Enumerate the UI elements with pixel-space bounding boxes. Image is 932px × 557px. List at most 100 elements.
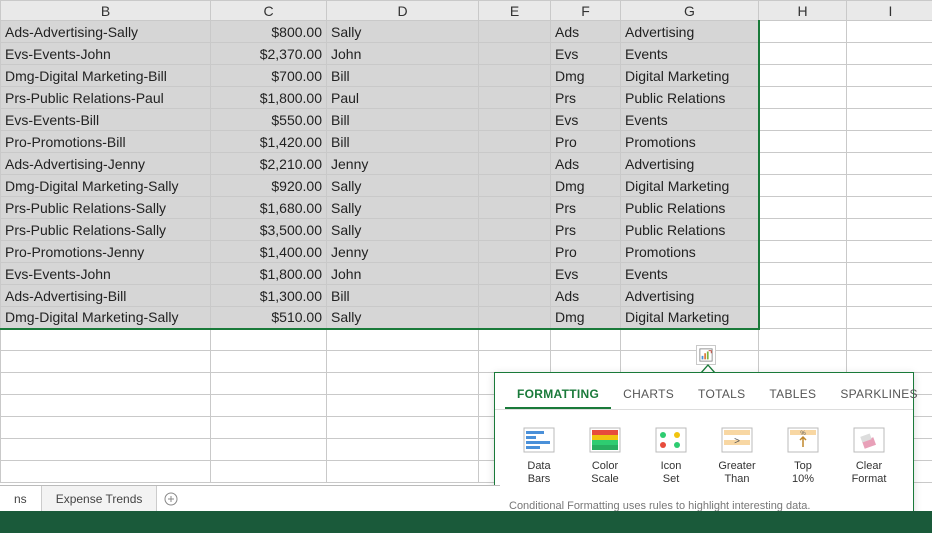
col-header[interactable]: D	[327, 1, 479, 21]
col-header[interactable]: I	[847, 1, 932, 21]
cell[interactable]: $510.00	[211, 307, 327, 329]
cell[interactable]: Sally	[327, 197, 479, 219]
cell[interactable]: Events	[621, 109, 759, 131]
cell[interactable]	[759, 153, 847, 175]
cell[interactable]: Dmg-Digital Marketing-Sally	[1, 307, 211, 329]
cell[interactable]: Jenny	[327, 241, 479, 263]
cell[interactable]	[479, 43, 551, 65]
cell[interactable]	[211, 439, 327, 461]
cell[interactable]: Public Relations	[621, 197, 759, 219]
cell[interactable]: Dmg-Digital Marketing-Bill	[1, 65, 211, 87]
cell[interactable]	[847, 43, 932, 65]
table-row[interactable]: Pro-Promotions-Jenny$1,400.00JennyProPro…	[1, 241, 932, 263]
table-row[interactable]: Evs-Events-John$1,800.00JohnEvsEvents	[1, 263, 932, 285]
table-row[interactable]: Dmg-Digital Marketing-Sally$920.00SallyD…	[1, 175, 932, 197]
cell[interactable]	[479, 307, 551, 329]
cell[interactable]	[759, 43, 847, 65]
cell[interactable]	[479, 65, 551, 87]
cell[interactable]	[847, 65, 932, 87]
cell[interactable]: $1,680.00	[211, 197, 327, 219]
cell[interactable]: Dmg-Digital Marketing-Sally	[1, 175, 211, 197]
clear-format-button[interactable]: ClearFormat	[839, 426, 899, 486]
cell[interactable]: $2,370.00	[211, 43, 327, 65]
table-row[interactable]: Prs-Public Relations-Sally$3,500.00Sally…	[1, 219, 932, 241]
cell[interactable]	[847, 131, 932, 153]
cell[interactable]	[479, 131, 551, 153]
cell[interactable]	[759, 219, 847, 241]
cell[interactable]	[759, 241, 847, 263]
col-header[interactable]: H	[759, 1, 847, 21]
cell[interactable]	[479, 197, 551, 219]
cell[interactable]	[327, 351, 479, 373]
cell[interactable]: Sally	[327, 175, 479, 197]
cell[interactable]	[847, 285, 932, 307]
cell[interactable]	[479, 153, 551, 175]
cell[interactable]: Ads-Advertising-Sally	[1, 21, 211, 43]
sheet-tab-partial[interactable]: ns	[0, 486, 42, 511]
cell[interactable]	[479, 329, 551, 351]
cell[interactable]: Bill	[327, 109, 479, 131]
cell[interactable]	[479, 175, 551, 197]
cell[interactable]: Pro-Promotions-Bill	[1, 131, 211, 153]
cell[interactable]	[847, 197, 932, 219]
cell[interactable]: Ads	[551, 153, 621, 175]
table-row[interactable]: Ads-Advertising-Jenny$2,210.00JennyAdsAd…	[1, 153, 932, 175]
table-row[interactable]: Dmg-Digital Marketing-Bill$700.00Bill Dmg…	[1, 65, 932, 87]
cell[interactable]: Evs-Events-Bill	[1, 109, 211, 131]
top-10-button[interactable]: % Top10%	[773, 426, 833, 486]
tab-formatting[interactable]: FORMATTING	[505, 381, 611, 409]
cell[interactable]: Public Relations	[621, 87, 759, 109]
cell[interactable]	[847, 351, 932, 373]
cell[interactable]	[1, 439, 211, 461]
cell[interactable]: Bill	[327, 65, 479, 87]
cell[interactable]	[327, 439, 479, 461]
cell[interactable]	[479, 285, 551, 307]
cell[interactable]: Dmg	[551, 65, 621, 87]
table-row[interactable]: Prs-Public Relations-Paul$1,800.00PaulPr…	[1, 87, 932, 109]
cell[interactable]: $1,420.00	[211, 131, 327, 153]
table-row[interactable]: Ads-Advertising-Bill$1,300.00BillAdsAdve…	[1, 285, 932, 307]
table-row[interactable]: Evs-Events-John$2,370.00JohnEvsEvents	[1, 43, 932, 65]
cell[interactable]: Public Relations	[621, 219, 759, 241]
cell[interactable]: Evs	[551, 109, 621, 131]
table-row[interactable]: Dmg-Digital Marketing-Sally$510.00SallyD…	[1, 307, 932, 329]
cell[interactable]: Dmg	[551, 175, 621, 197]
cell[interactable]	[847, 329, 932, 351]
cell[interactable]: Sally	[327, 21, 479, 43]
cell[interactable]: Prs-Public Relations-Paul	[1, 87, 211, 109]
tab-charts[interactable]: CHARTS	[611, 381, 686, 409]
cell[interactable]	[1, 461, 211, 483]
cell[interactable]: Sally	[327, 219, 479, 241]
cell[interactable]: Digital Marketing	[621, 65, 759, 87]
cell[interactable]: $1,800.00	[211, 263, 327, 285]
cell[interactable]: Events	[621, 43, 759, 65]
cell[interactable]	[211, 417, 327, 439]
cell[interactable]	[759, 21, 847, 43]
cell[interactable]	[327, 461, 479, 483]
cell[interactable]: Advertising	[621, 285, 759, 307]
cell[interactable]: Dmg	[551, 307, 621, 329]
cell[interactable]: $700.00	[211, 65, 327, 87]
table-row[interactable]	[1, 329, 932, 351]
col-header[interactable]: C	[211, 1, 327, 21]
tab-totals[interactable]: TOTALS	[686, 381, 757, 409]
cell[interactable]: Digital Marketing	[621, 307, 759, 329]
col-header[interactable]: F	[551, 1, 621, 21]
sheet-tab-expense-trends[interactable]: Expense Trends	[42, 486, 158, 511]
quick-analysis-button[interactable]	[696, 345, 716, 365]
cell[interactable]	[847, 175, 932, 197]
cell[interactable]	[847, 263, 932, 285]
cell[interactable]	[759, 263, 847, 285]
cell[interactable]	[327, 373, 479, 395]
cell[interactable]	[211, 351, 327, 373]
cell[interactable]: Prs	[551, 87, 621, 109]
column-header-row[interactable]: B C D E F G H I J	[1, 1, 932, 21]
cell[interactable]: Ads	[551, 285, 621, 307]
color-scale-button[interactable]: ColorScale	[575, 426, 635, 486]
cell[interactable]: Events	[621, 263, 759, 285]
cell[interactable]: Promotions	[621, 241, 759, 263]
cell[interactable]: Ads-Advertising-Jenny	[1, 153, 211, 175]
cell[interactable]: Bill	[327, 285, 479, 307]
cell[interactable]	[621, 351, 759, 373]
cell[interactable]	[1, 373, 211, 395]
